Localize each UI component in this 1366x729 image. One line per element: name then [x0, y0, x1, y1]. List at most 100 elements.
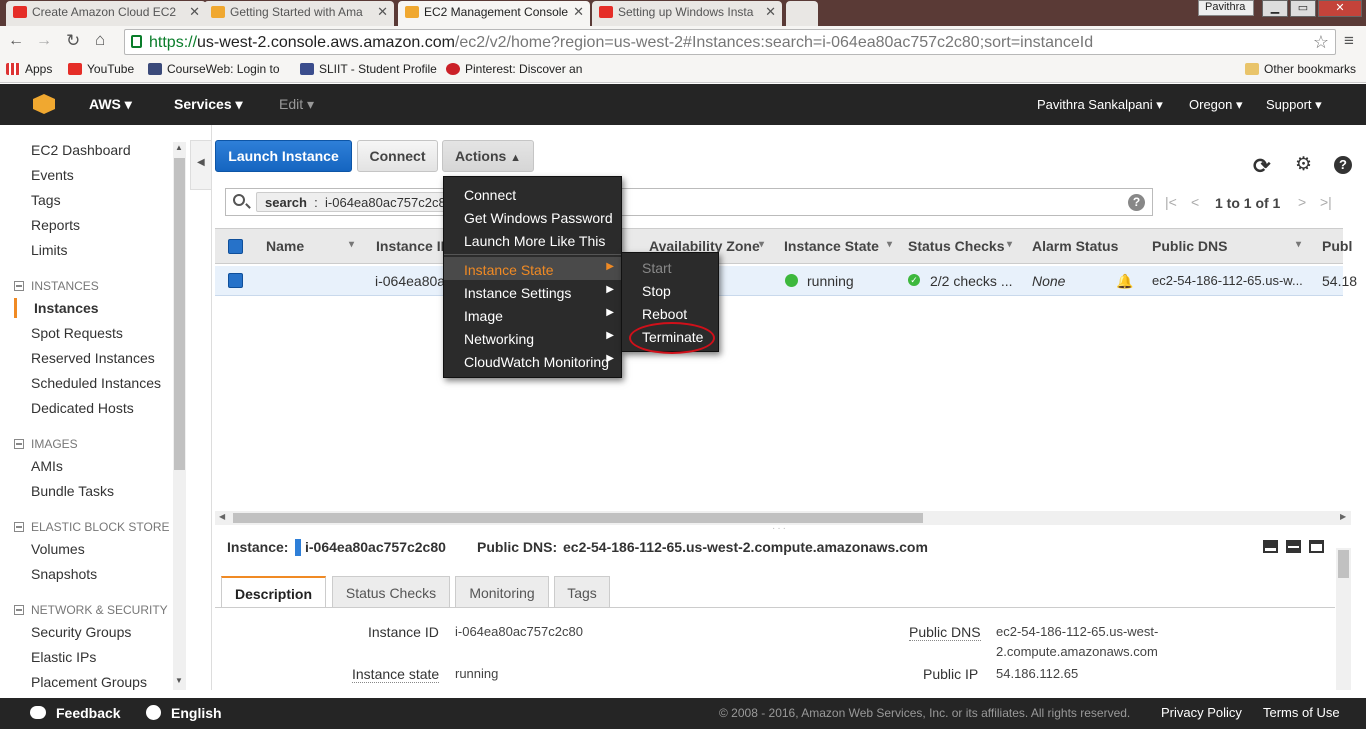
scroll-left-icon[interactable]: ◀: [219, 512, 225, 521]
aws-cube-icon[interactable]: [33, 94, 55, 114]
column-public-ip[interactable]: Publ: [1322, 238, 1352, 254]
table-row[interactable]: i-064ea80ac running ✓ 2/2 checks ... Non…: [215, 266, 1357, 296]
reload-icon[interactable]: ↻: [66, 31, 80, 51]
sidebar-section-instances[interactable]: INSTANCES: [14, 279, 99, 293]
sidebar-scroll-thumb[interactable]: [174, 158, 185, 470]
menu-item-get-windows-password[interactable]: Get Windows Password: [444, 205, 622, 228]
bookmark-youtube[interactable]: YouTube: [68, 62, 134, 76]
sidebar-item-security-groups[interactable]: Security Groups: [31, 624, 131, 640]
close-icon[interactable]: ✕: [573, 4, 584, 20]
edit-menu[interactable]: Edit ▾: [279, 96, 314, 113]
bookmark-sliit[interactable]: SLIIT - Student Profile: [300, 62, 437, 76]
sidebar-item-scheduled-instances[interactable]: Scheduled Instances: [31, 375, 161, 391]
profile-chip[interactable]: Pavithra: [1198, 0, 1254, 16]
search-help-icon[interactable]: ?: [1128, 194, 1145, 211]
close-icon[interactable]: ✕: [765, 4, 776, 20]
refresh-icon[interactable]: ⟳: [1253, 154, 1271, 179]
url-bar[interactable]: https://us-west-2.console.aws.amazon.com…: [124, 29, 1336, 55]
close-icon[interactable]: ✕: [377, 4, 388, 20]
create-alarm-icon[interactable]: 🔔: [1116, 273, 1133, 290]
scroll-down-icon[interactable]: ▼: [175, 676, 183, 685]
scroll-right-icon[interactable]: ▶: [1340, 512, 1346, 521]
back-icon[interactable]: ←: [8, 32, 24, 50]
first-page-icon[interactable]: |<: [1165, 194, 1177, 210]
next-page-icon[interactable]: >: [1298, 194, 1306, 210]
browser-tab[interactable]: Setting up Windows Insta ✕: [592, 1, 782, 26]
last-page-icon[interactable]: >|: [1320, 194, 1332, 210]
close-icon[interactable]: ✕: [189, 4, 200, 20]
tab-status-checks[interactable]: Status Checks: [332, 576, 450, 608]
maximize-icon[interactable]: ▭: [1290, 0, 1316, 17]
tab-monitoring[interactable]: Monitoring: [455, 576, 549, 608]
sidebar-item-spot-requests[interactable]: Spot Requests: [31, 325, 123, 341]
sidebar-item-snapshots[interactable]: Snapshots: [31, 566, 97, 582]
prev-page-icon[interactable]: <: [1191, 194, 1199, 210]
select-all-checkbox[interactable]: [228, 239, 243, 254]
star-icon[interactable]: ☆: [1313, 32, 1329, 53]
gear-icon[interactable]: ⚙: [1295, 153, 1312, 176]
collapse-sidebar-button[interactable]: ◀: [190, 140, 212, 190]
minimize-icon[interactable]: ▁: [1262, 0, 1288, 17]
browser-tab[interactable]: Getting Started with Ama ✕: [204, 1, 394, 26]
region-menu[interactable]: Oregon ▾: [1189, 97, 1243, 113]
help-icon[interactable]: ?: [1334, 156, 1352, 174]
browser-tab[interactable]: Create Amazon Cloud EC2 ✕: [6, 1, 206, 26]
sidebar-item-elastic-ips[interactable]: Elastic IPs: [31, 649, 96, 665]
bookmark-courseweb[interactable]: CourseWeb: Login to: [148, 62, 280, 76]
sidebar-item-placement-groups[interactable]: Placement Groups: [31, 674, 147, 690]
bookmark-apps[interactable]: Apps: [6, 62, 52, 76]
column-instance-state[interactable]: Instance State: [784, 238, 879, 254]
sort-icon[interactable]: ▾: [887, 239, 892, 250]
table-h-scroll-thumb[interactable]: [233, 513, 923, 523]
bookmark-pinterest[interactable]: Pinterest: Discover an: [446, 62, 582, 76]
search-token[interactable]: search : i-064ea80ac757c2c8: [256, 192, 446, 212]
privacy-policy-link[interactable]: Privacy Policy: [1161, 705, 1242, 720]
column-alarm-status[interactable]: Alarm Status: [1032, 238, 1118, 254]
support-menu[interactable]: Support ▾: [1266, 97, 1322, 113]
user-menu[interactable]: Pavithra Sankalpani ▾: [1037, 97, 1163, 113]
menu-icon[interactable]: ≡: [1344, 31, 1354, 51]
menu-item-instance-state[interactable]: Instance State ▶: [444, 257, 622, 280]
sort-icon[interactable]: ▾: [759, 239, 764, 250]
browser-tab-active[interactable]: EC2 Management Console ✕: [398, 1, 590, 26]
row-checkbox[interactable]: [228, 273, 243, 288]
menu-item-instance-settings[interactable]: Instance Settings ▶: [444, 280, 622, 303]
launch-instance-button[interactable]: Launch Instance: [215, 140, 352, 172]
sidebar-item-ec2-dashboard[interactable]: EC2 Dashboard: [31, 142, 131, 158]
sort-icon[interactable]: ▾: [1296, 239, 1301, 250]
sidebar-item-instances[interactable]: Instances: [34, 300, 99, 316]
panel-mid-icon[interactable]: [1286, 540, 1301, 553]
terms-of-use-link[interactable]: Terms of Use: [1263, 705, 1340, 720]
sidebar-item-bundle-tasks[interactable]: Bundle Tasks: [31, 483, 114, 499]
sort-icon[interactable]: ▾: [349, 239, 354, 250]
sidebar-item-limits[interactable]: Limits: [31, 242, 68, 258]
sidebar-item-dedicated-hosts[interactable]: Dedicated Hosts: [31, 400, 134, 416]
tab-description[interactable]: Description: [221, 576, 326, 608]
aws-menu[interactable]: AWS ▾: [89, 96, 132, 113]
sidebar-section-images[interactable]: IMAGES: [14, 437, 78, 451]
services-menu[interactable]: Services ▾: [174, 96, 243, 113]
column-status-checks[interactable]: Status Checks: [908, 238, 1004, 254]
panel-min-icon[interactable]: [1309, 540, 1324, 553]
menu-item-launch-more[interactable]: Launch More Like This: [444, 228, 622, 251]
menu-item-cloudwatch[interactable]: CloudWatch Monitoring ▶: [444, 349, 622, 372]
forward-icon[interactable]: →: [36, 32, 52, 50]
search-filter[interactable]: search : i-064ea80ac757c2c8 ?: [225, 188, 1153, 216]
sidebar-item-tags[interactable]: Tags: [31, 192, 61, 208]
column-instance-id[interactable]: Instance ID: [376, 238, 451, 254]
scroll-up-icon[interactable]: ▲: [175, 143, 183, 152]
sidebar-item-events[interactable]: Events: [31, 167, 74, 183]
sidebar-item-reserved-instances[interactable]: Reserved Instances: [31, 350, 155, 366]
sort-icon[interactable]: ▾: [1007, 239, 1012, 250]
bookmark-other[interactable]: Other bookmarks: [1245, 62, 1356, 76]
actions-button[interactable]: Actions ▲: [442, 140, 534, 172]
sidebar-item-volumes[interactable]: Volumes: [31, 541, 85, 557]
detail-v-scroll-thumb[interactable]: [1338, 550, 1349, 578]
column-public-dns[interactable]: Public DNS: [1152, 238, 1227, 254]
column-name[interactable]: Name: [266, 238, 304, 254]
sidebar-section-ebs[interactable]: ELASTIC BLOCK STORE: [14, 520, 170, 534]
sidebar-section-network[interactable]: NETWORK & SECURITY: [14, 603, 168, 617]
home-icon[interactable]: ⌂: [95, 30, 105, 50]
new-tab-button[interactable]: [786, 1, 818, 26]
language-selector[interactable]: English: [171, 705, 222, 721]
